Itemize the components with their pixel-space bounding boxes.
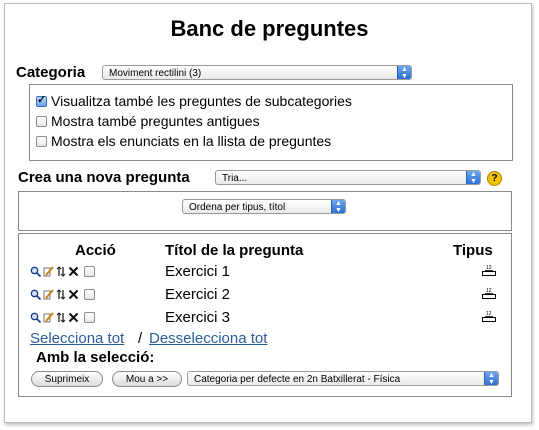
move-button[interactable]: Mou a >> — [112, 371, 182, 387]
edit-icon[interactable] — [43, 312, 54, 323]
move-icon[interactable] — [56, 289, 66, 300]
create-question-label: Crea una nova pregunta — [18, 169, 190, 186]
select-arrow-icon: ▲ ▼ — [484, 372, 498, 385]
question-type-select-value: Tria... — [222, 173, 248, 184]
option-label: Mostra també preguntes antigues — [51, 113, 260, 129]
row-actions — [30, 266, 99, 277]
delete-icon[interactable] — [68, 289, 79, 300]
category-select[interactable]: Moviment rectilini (3) ▲ ▼ — [102, 65, 412, 80]
select-arrow-icon: ▲ ▼ — [331, 200, 345, 213]
row-actions — [30, 289, 99, 300]
numerical-question-icon: 12 — [481, 264, 497, 282]
numerical-question-icon: 12 — [481, 287, 497, 305]
question-type-select[interactable]: Tria... ▲ ▼ — [215, 170, 481, 185]
option-label: Mostra els enunciats en la llista de pre… — [51, 133, 332, 149]
numerical-question-icon: 12 — [481, 310, 497, 328]
link-separator: / — [138, 330, 143, 347]
edit-icon[interactable] — [43, 266, 54, 277]
delete-icon[interactable] — [68, 312, 79, 323]
sort-select-value: Ordena per tipus, títol — [189, 202, 286, 213]
question-title: Exercici 1 — [165, 263, 231, 280]
column-header-type[interactable]: Tipus — [453, 242, 493, 259]
preview-icon[interactable] — [30, 312, 41, 323]
select-all-link[interactable]: Selecciona tot — [30, 330, 124, 347]
question-title: Exercici 2 — [165, 286, 231, 303]
option-checkbox-old[interactable] — [36, 115, 47, 127]
delete-icon[interactable] — [68, 266, 79, 277]
edit-icon[interactable] — [43, 289, 54, 300]
category-label: Categoria — [16, 64, 86, 81]
page-title: Banc de preguntes — [170, 16, 369, 41]
row-select-checkbox[interactable] — [84, 266, 95, 277]
column-header-action: Acció — [75, 242, 116, 259]
row-actions — [30, 312, 99, 323]
option-checkbox-statements[interactable] — [36, 135, 47, 147]
preview-icon[interactable] — [30, 289, 41, 300]
target-category-value: Categoria per defecte en 2n Batxillerat … — [194, 374, 401, 385]
help-icon[interactable]: ? — [487, 171, 502, 186]
option-checkbox-subcategories[interactable] — [36, 93, 47, 107]
option-row-subcategories: Visualitza també les preguntes de subcat… — [36, 93, 352, 109]
category-select-value: Moviment rectilini (3) — [109, 68, 202, 79]
option-row-old: Mostra també preguntes antigues — [36, 113, 260, 129]
column-header-title[interactable]: Títol de la pregunta — [165, 242, 303, 259]
deselect-all-link[interactable]: Desselecciona tot — [149, 330, 267, 347]
sort-select[interactable]: Ordena per tipus, títol ▲ ▼ — [182, 199, 346, 214]
option-row-statements: Mostra els enunciats en la llista de pre… — [36, 133, 331, 149]
select-arrow-icon: ▲ ▼ — [397, 66, 411, 79]
row-select-checkbox[interactable] — [84, 289, 95, 300]
preview-icon[interactable] — [30, 266, 41, 277]
with-selection-label: Amb la selecció: — [36, 349, 155, 366]
question-title: Exercici 3 — [165, 309, 231, 326]
target-category-select[interactable]: Categoria per defecte en 2n Batxillerat … — [187, 371, 499, 386]
select-arrow-icon: ▲ ▼ — [466, 171, 480, 184]
move-icon[interactable] — [56, 312, 66, 323]
move-icon[interactable] — [56, 266, 66, 277]
delete-button[interactable]: Suprimeix — [31, 371, 103, 387]
option-label: Visualitza també les preguntes de subcat… — [51, 93, 352, 109]
row-select-checkbox[interactable] — [84, 312, 95, 323]
